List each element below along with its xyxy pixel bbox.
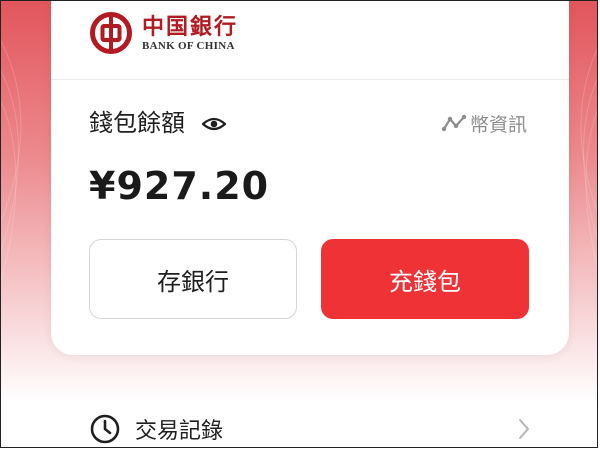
clock-icon	[90, 414, 120, 444]
app-screen: 中国銀行 BANK OF CHINA 錢包餘額 幣資訊 ¥927.20 存銀行 …	[0, 0, 598, 448]
deposit-button-label: 存銀行	[157, 267, 229, 296]
coin-info-label: 幣資訊	[470, 113, 528, 136]
transaction-history-label: 交易記錄	[135, 419, 224, 444]
eye-icon[interactable]	[201, 111, 227, 137]
deposit-to-bank-button[interactable]: 存銀行	[89, 239, 297, 319]
transaction-history-item[interactable]: 交易記錄	[89, 407, 533, 447]
bank-of-china-logo	[90, 12, 132, 54]
wallet-balance-amount: ¥927.20	[89, 164, 270, 208]
brand-name-en: BANK OF CHINA	[142, 39, 235, 52]
brand-header: 中国銀行 BANK OF CHINA	[89, 10, 238, 56]
wallet-balance-label: 錢包餘額	[89, 109, 185, 137]
trend-line-icon	[441, 114, 467, 132]
header-divider	[51, 79, 569, 80]
chevron-right-icon	[519, 419, 529, 439]
top-up-button-label: 充錢包	[389, 267, 461, 296]
coin-info-link[interactable]: 幣資訊	[441, 109, 527, 137]
top-up-wallet-button[interactable]: 充錢包	[321, 239, 529, 319]
brand-name-cn: 中国銀行	[142, 13, 239, 40]
